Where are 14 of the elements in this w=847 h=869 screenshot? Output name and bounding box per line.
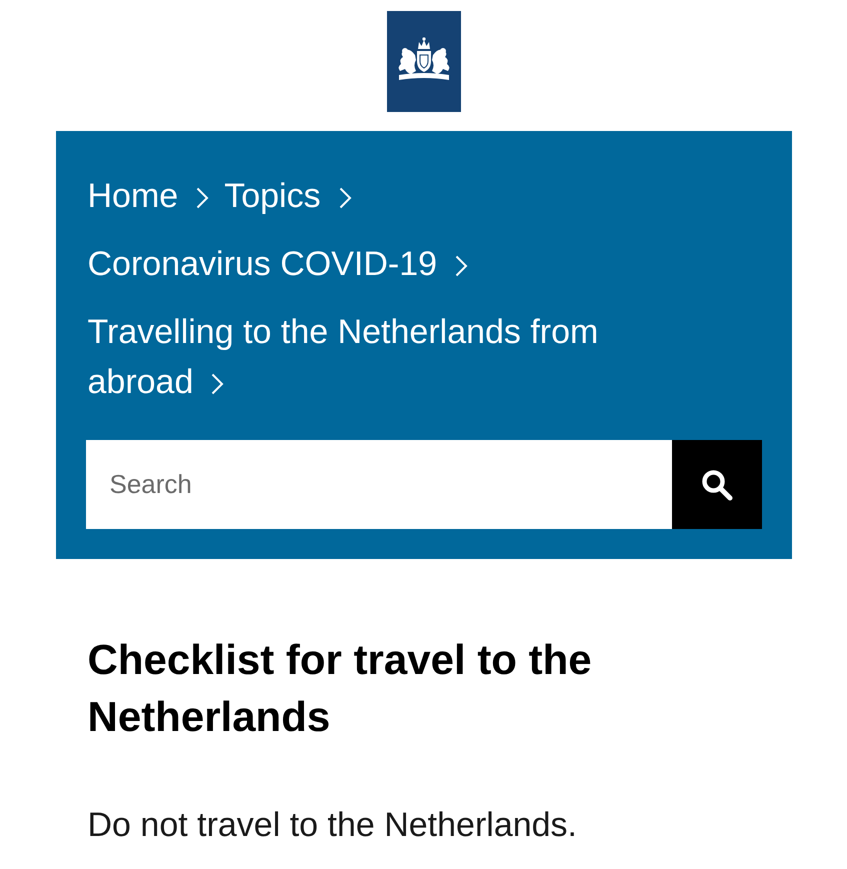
breadcrumb-link[interactable]: Home — [88, 171, 210, 221]
chevron-right-icon — [338, 187, 352, 209]
breadcrumb-link[interactable]: Coronavirus COVID-19 — [88, 239, 468, 289]
search-icon — [700, 468, 732, 500]
page-heading: Checklist for travel to the Netherlands — [88, 635, 593, 742]
chevron-right-icon — [455, 255, 468, 277]
search-field[interactable]: Search — [86, 440, 672, 529]
breadcrumb-link[interactable]: Travelling to the Netherlands from abroad — [88, 307, 686, 407]
body-text: Do not travel to the Netherlands. — [88, 805, 578, 846]
chevron-right-icon — [196, 187, 210, 209]
breadcrumb-link[interactable]: Topics — [224, 171, 352, 221]
chevron-right-icon — [211, 373, 224, 395]
coat-of-arms-icon — [386, 11, 460, 112]
search-button[interactable] — [672, 440, 762, 529]
